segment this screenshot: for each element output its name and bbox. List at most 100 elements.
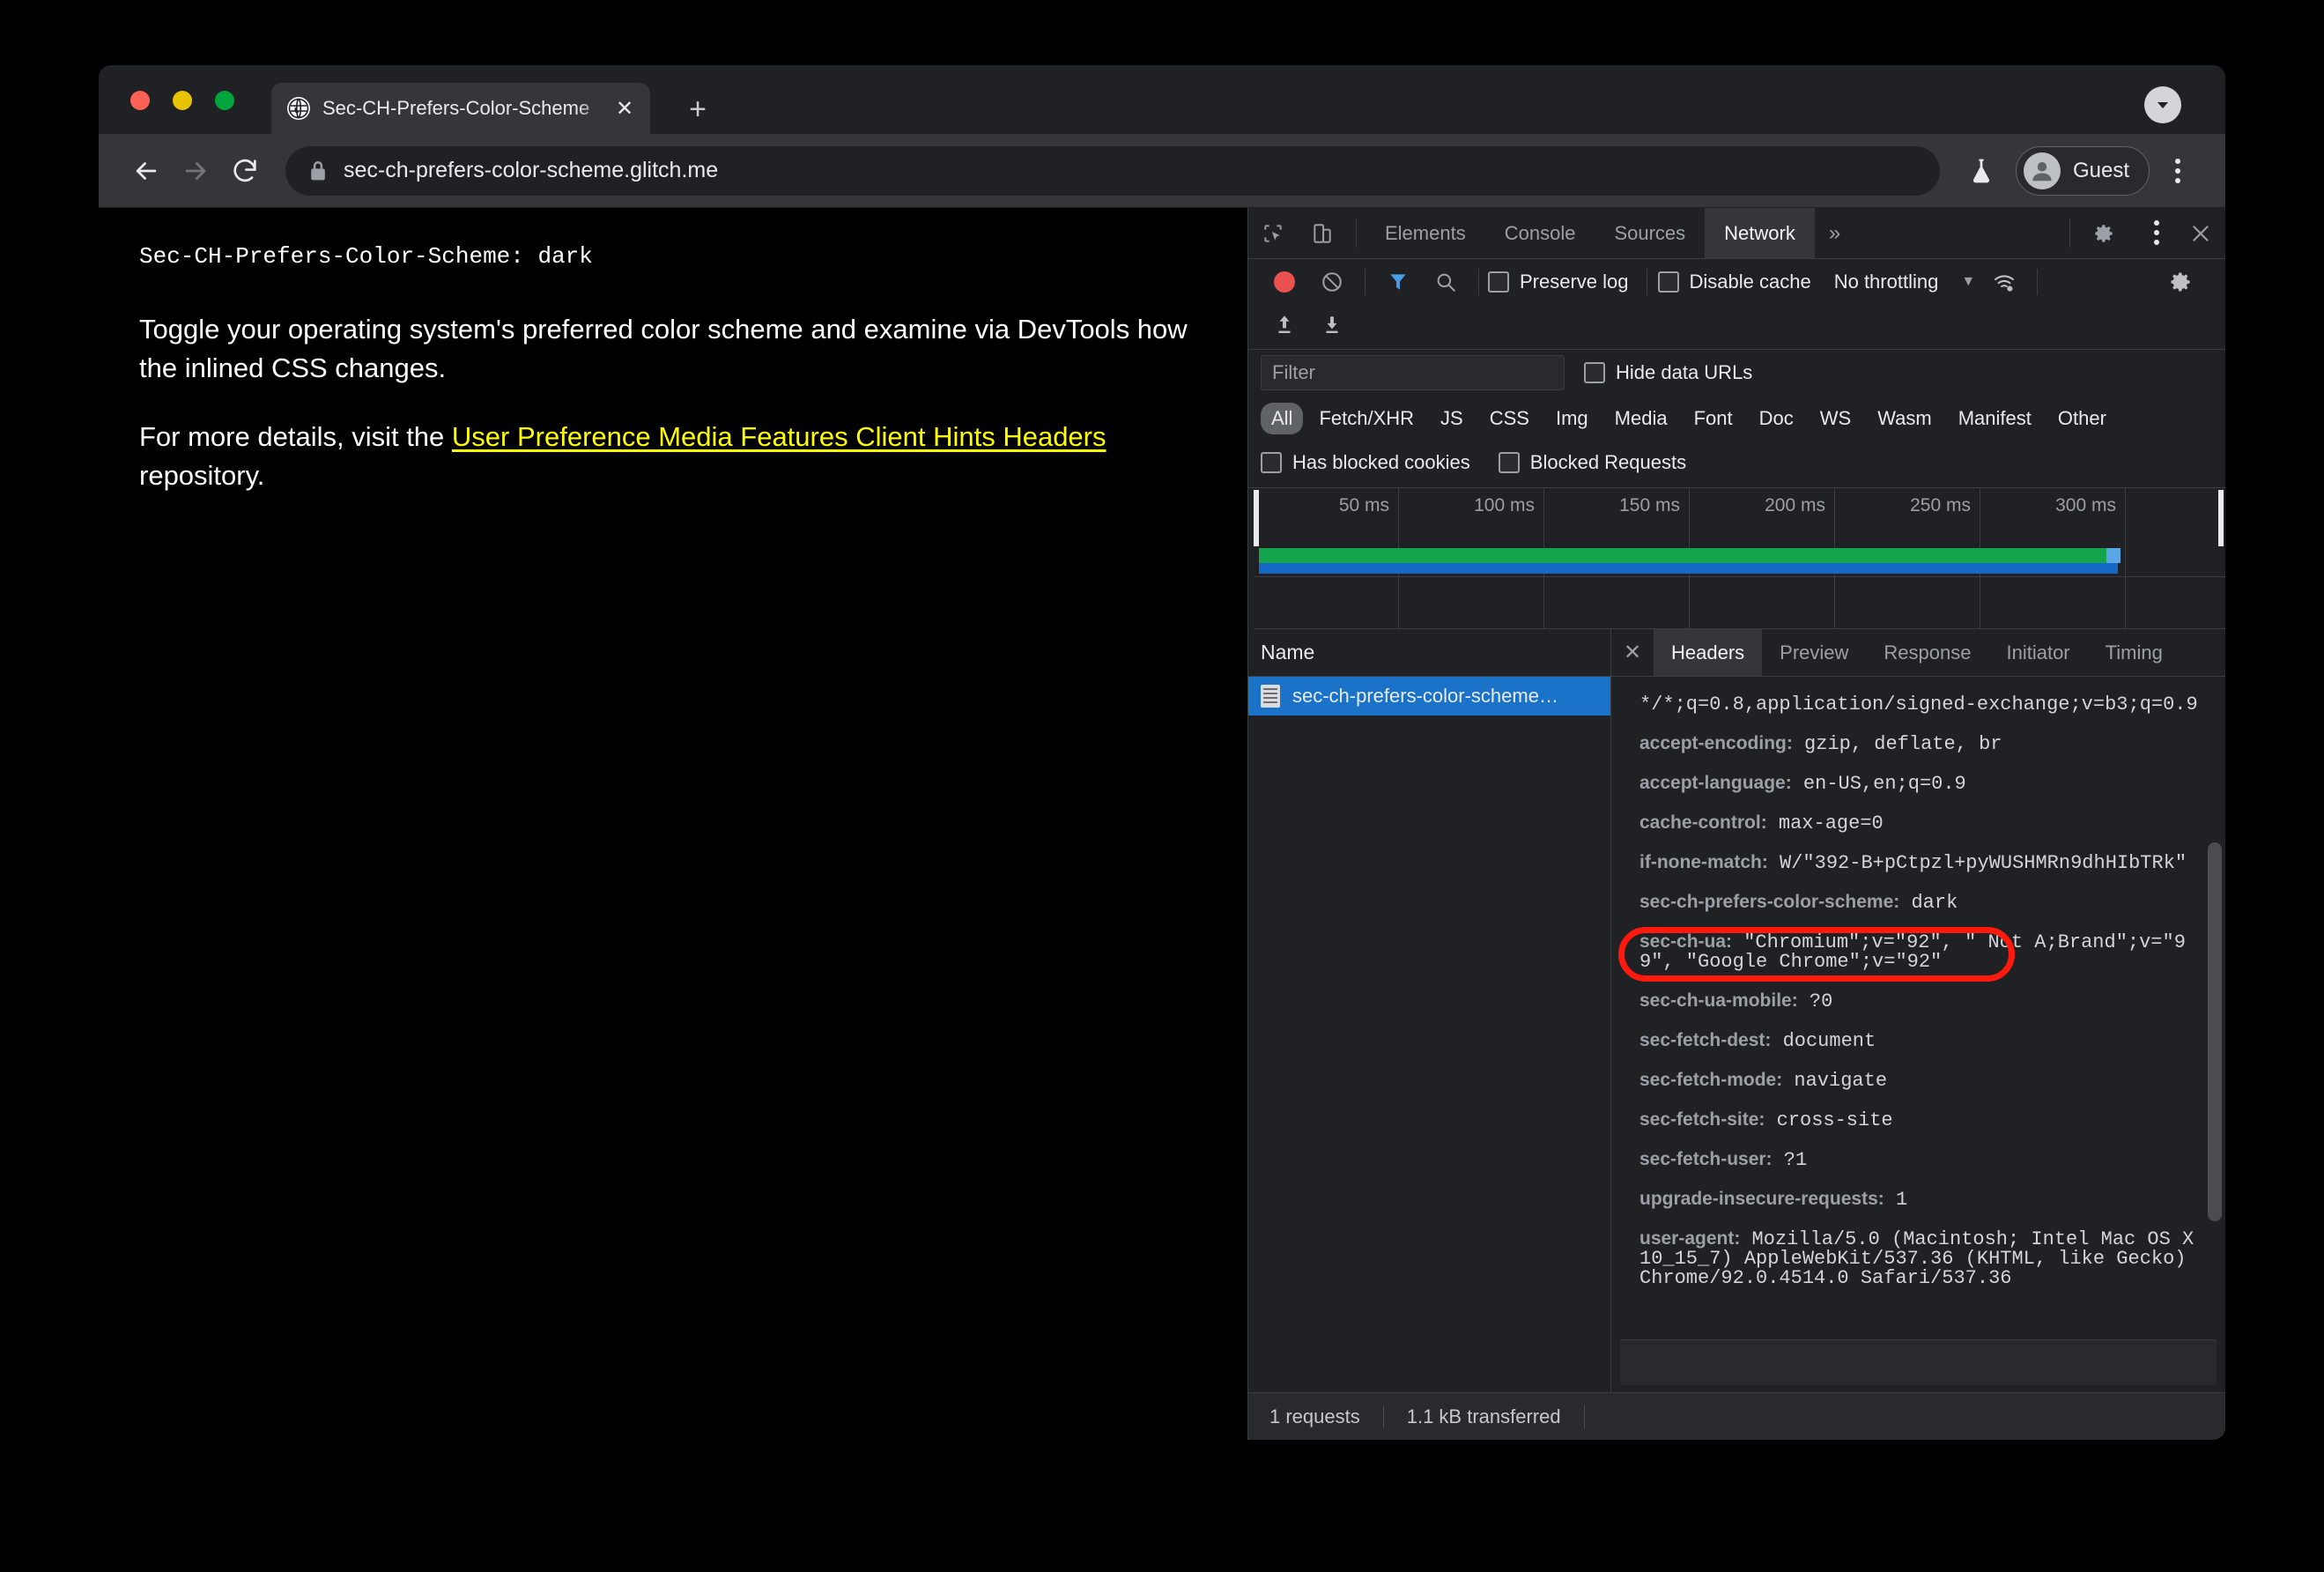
wifi-settings-icon[interactable] (1980, 270, 2028, 294)
overview-left-handle[interactable] (1254, 490, 1259, 546)
tab-timing[interactable]: Timing (2088, 629, 2180, 676)
filter-type-js[interactable]: JS (1430, 403, 1474, 434)
forward-button[interactable] (171, 146, 220, 196)
record-button[interactable] (1261, 271, 1308, 293)
tick-label: 50 ms (1338, 495, 1389, 515)
hide-data-urls-checkbox[interactable]: Hide data URLs (1584, 361, 1752, 384)
header-name: if-none-match: (1639, 852, 1768, 872)
document-icon (1261, 685, 1280, 708)
paragraph-2-suffix: repository. (139, 460, 265, 492)
network-toolbar-row-1: Preserve log Disable cache No throttling… (1248, 259, 2225, 305)
back-button[interactable] (122, 146, 171, 196)
has-blocked-cookies-checkbox[interactable]: Has blocked cookies (1261, 451, 1470, 474)
tick-label: 250 ms (1910, 495, 1971, 515)
detail-scrollbar[interactable] (2208, 842, 2222, 1221)
address-bar[interactable]: sec-ch-prefers-color-scheme.glitch.me (285, 145, 1940, 196)
close-icon[interactable] (2176, 208, 2225, 258)
tick-label: 150 ms (1619, 495, 1680, 515)
filter-type-css[interactable]: CSS (1479, 403, 1540, 434)
tab-response[interactable]: Response (1866, 629, 1988, 676)
overview-right-handle[interactable] (2218, 490, 2224, 546)
disable-cache-label: Disable cache (1689, 271, 1811, 293)
filter-type-all[interactable]: All (1261, 403, 1304, 434)
tab-headers[interactable]: Headers (1654, 629, 1763, 676)
header-name: accept-encoding: (1639, 733, 1793, 753)
import-har-icon[interactable] (1261, 312, 1308, 337)
reload-button[interactable] (220, 146, 270, 196)
header-value: max-age=0 (1766, 812, 1884, 834)
repository-link[interactable]: User Preference Media Features Client Hi… (452, 421, 1106, 452)
browser-tab[interactable]: Sec-CH-Prefers-Color-Scheme ✕ (271, 83, 650, 134)
checkbox (1488, 271, 1509, 293)
detail-bottom-bar (1620, 1339, 2217, 1385)
header-name: sec-fetch-user: (1639, 1149, 1773, 1169)
header-name: sec-fetch-dest: (1639, 1030, 1772, 1050)
avatar (2023, 152, 2061, 189)
filter-type-font[interactable]: Font (1684, 403, 1743, 434)
tab-sources[interactable]: Sources (1595, 208, 1705, 258)
column-header-name[interactable]: Name (1248, 629, 1610, 677)
request-list-pane: Name sec-ch-prefers-color-scheme… (1248, 629, 1611, 1392)
new-tab-button[interactable]: + (680, 92, 715, 127)
header-value: gzip, deflate, br (1792, 733, 2002, 755)
throttling-select[interactable]: No throttling (1834, 271, 1939, 293)
export-har-icon[interactable] (1308, 312, 1356, 337)
tab-console[interactable]: Console (1485, 208, 1595, 258)
header-value: dark (1899, 892, 1958, 914)
flask-icon[interactable] (1959, 149, 2003, 193)
chevron-down-icon[interactable]: ▼ (1961, 274, 1975, 290)
maximize-window-button[interactable] (215, 91, 234, 110)
preserve-log-label: Preserve log (1520, 271, 1629, 293)
blocked-requests-checkbox[interactable]: Blocked Requests (1498, 451, 1686, 474)
profile-button[interactable]: Guest (2015, 145, 2150, 196)
request-count: 1 requests (1248, 1405, 1384, 1428)
tick-label: 100 ms (1474, 495, 1535, 515)
tab-elements[interactable]: Elements (1366, 208, 1485, 258)
request-row[interactable]: sec-ch-prefers-color-scheme… (1248, 677, 1610, 716)
filter-type-wasm[interactable]: Wasm (1867, 403, 1943, 434)
header-value: cross-site (1765, 1109, 1893, 1131)
chevron-down-icon[interactable] (2144, 86, 2181, 123)
checkbox (1261, 452, 1282, 473)
device-toolbar-icon[interactable] (1298, 208, 1347, 258)
capture-settings-gear-icon[interactable] (2157, 270, 2204, 294)
browser-menu-button[interactable] (2158, 146, 2197, 196)
header-name: sec-fetch-site: (1639, 1109, 1765, 1130)
network-overview-timeline[interactable]: 50 ms 100 ms 150 ms 200 ms 250 ms 300 ms (1254, 488, 2225, 629)
filter-input[interactable]: Filter (1261, 355, 1565, 390)
header-name: upgrade-insecure-requests: (1639, 1189, 1884, 1209)
preserve-log-checkbox[interactable]: Preserve log (1488, 271, 1629, 293)
filter-type-fetch-xhr[interactable]: Fetch/XHR (1308, 403, 1425, 434)
profile-name: Guest (2072, 158, 2129, 182)
tab-initiator[interactable]: Initiator (1988, 629, 2087, 676)
tab-preview[interactable]: Preview (1762, 629, 1866, 676)
header-name: sec-fetch-mode: (1639, 1070, 1783, 1090)
close-tab-button[interactable]: ✕ (611, 95, 638, 122)
clear-icon[interactable] (1308, 271, 1356, 293)
search-icon[interactable] (1422, 271, 1469, 293)
filter-icon[interactable] (1374, 271, 1422, 293)
minimize-window-button[interactable] (173, 91, 192, 110)
header-name: sec-ch-prefers-color-scheme: (1639, 892, 1900, 912)
header-row: user-agent: Mozilla/5.0 (Macintosh; Inte… (1639, 1229, 2199, 1288)
address-bar-url: sec-ch-prefers-color-scheme.glitch.me (344, 158, 719, 182)
more-tabs-button[interactable]: » (1815, 208, 1854, 258)
filter-type-ws[interactable]: WS (1810, 403, 1861, 434)
close-window-button[interactable] (130, 91, 150, 110)
filter-type-img[interactable]: Img (1545, 403, 1599, 434)
filter-type-manifest[interactable]: Manifest (1948, 403, 2042, 434)
filter-type-media[interactable]: Media (1604, 403, 1678, 434)
filter-type-doc[interactable]: Doc (1749, 403, 1804, 434)
gear-icon[interactable] (2079, 208, 2128, 258)
header-row: sec-fetch-site: cross-site (1639, 1110, 2199, 1131)
header-value: document (1771, 1030, 1876, 1052)
filter-type-other[interactable]: Other (2047, 403, 2117, 434)
devtools-menu-button[interactable] (2137, 208, 2176, 257)
request-detail-pane: ✕ Headers Preview Response Initiator Tim… (1611, 629, 2225, 1392)
disable-cache-checkbox[interactable]: Disable cache (1657, 271, 1811, 293)
tab-network[interactable]: Network (1705, 208, 1815, 258)
request-list: sec-ch-prefers-color-scheme… (1248, 677, 1610, 1392)
close-detail-button[interactable]: ✕ (1611, 629, 1654, 676)
inspect-element-icon[interactable] (1248, 208, 1298, 258)
